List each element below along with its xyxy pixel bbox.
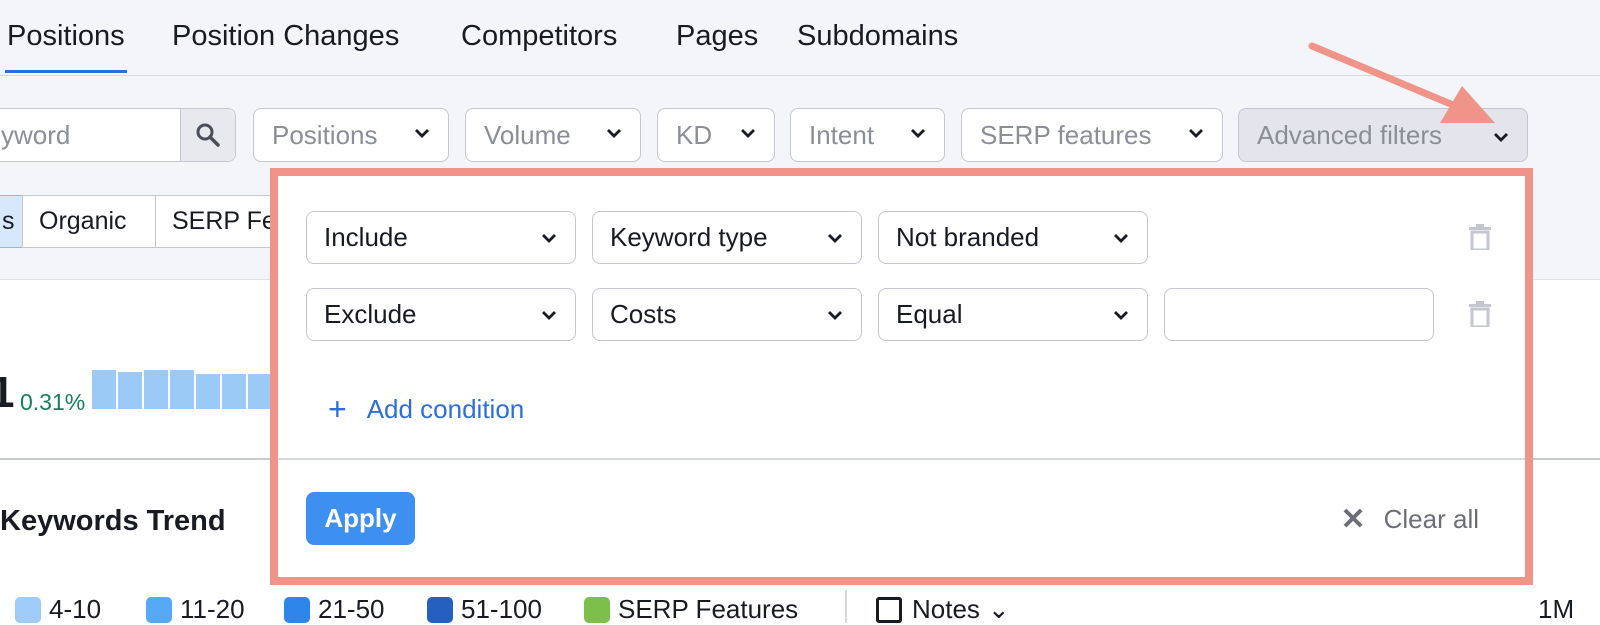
sparkline-bar [144,370,168,409]
chevron-down-icon [911,129,925,138]
condition-2-mode-select[interactable]: Exclude [306,288,576,341]
chevron-down-icon [542,311,556,320]
keyword-search-input[interactable]: yword [0,108,236,162]
condition-1-operator-select[interactable]: Not branded [878,211,1148,264]
sparkline-bar [248,373,272,409]
segment-organic[interactable]: Organic [22,195,156,248]
select-value: Equal [896,299,963,329]
sparkline-bar [118,371,142,409]
annotation-arrow-icon [1308,42,1495,123]
filter-label: KD [676,119,713,150]
sparkline-bar [170,370,194,409]
chevron-down-icon [828,311,842,320]
chevron-down-icon [542,234,556,243]
tab-subdomains[interactable]: Subdomains [797,20,958,53]
legend-item[interactable]: 21-50 [284,594,385,625]
condition-2-value-input[interactable] [1164,288,1434,341]
segment-all[interactable]: s [0,195,23,248]
period-label: 1M [1538,594,1575,624]
filter-label: SERP features [980,119,1152,150]
tab-pages[interactable]: Pages [676,20,758,53]
segment-label: s [2,207,15,235]
notes-toggle[interactable]: Notes ⌄ [876,594,1010,625]
select-value: Keyword type [610,222,768,252]
condition-1-mode-select[interactable]: Include [306,211,576,264]
serp-features-filter[interactable]: SERP features [961,108,1223,162]
select-value: Costs [610,299,677,329]
chevron-down-icon [415,129,429,138]
sparkline-bar [92,370,116,409]
sparkline-bar [222,373,246,409]
clear-all-button[interactable]: ✕ Clear all [1340,502,1479,537]
legend-label: 4-10 [49,594,102,624]
tab-competitors[interactable]: Competitors [461,20,617,53]
chevron-down-icon [1189,129,1203,138]
search-icon [196,123,220,147]
legend-item[interactable]: 51-100 [427,594,542,625]
legend-label: SERP Features [618,594,799,624]
volume-filter[interactable]: Volume [465,108,641,162]
tab-position-changes[interactable]: Position Changes [172,20,399,53]
metric-change: 0.31% [20,389,86,415]
checkbox-checked-icon [15,596,41,623]
condition-1-field-select[interactable]: Keyword type [592,211,862,264]
positions-filter[interactable]: Positions [253,108,449,162]
checkbox-checked-icon [146,596,172,623]
legend-label: 21-50 [318,594,385,624]
chevron-down-icon: ⌄ [987,594,1010,624]
notes-label: Notes [912,594,980,624]
add-condition-label: Add condition [366,394,525,424]
chevron-down-icon [741,129,755,138]
chevron-down-icon [828,234,842,243]
clear-all-label: Clear all [1383,504,1479,534]
legend-item[interactable]: SERP Features [584,594,798,625]
keywords-trend-title: Keywords Trend [0,505,226,537]
select-value: Include [324,222,408,252]
chevron-down-icon [607,129,621,138]
checkbox-checked-icon [284,596,310,623]
legend-separator [845,590,847,623]
legend-label: 11-20 [180,594,245,624]
select-value: Not branded [896,222,1040,252]
add-condition-button[interactable]: + Add condition [328,391,524,428]
checkbox-checked-icon [427,596,453,623]
search-button[interactable] [180,109,235,161]
condition-2-operator-select[interactable]: Equal [878,288,1148,341]
plus-icon: + [328,391,347,427]
legend-item[interactable]: 4-10 [15,594,101,625]
filter-label: Intent [809,119,875,150]
checkbox-checked-icon [584,596,610,623]
segment-label: Organic [39,207,127,235]
popup-divider [278,458,1525,460]
trash-icon[interactable] [1469,224,1491,250]
filter-label: Positions [272,119,378,150]
intent-filter[interactable]: Intent [790,108,945,162]
metric-value: 1 [0,368,15,417]
filter-label: Volume [484,119,571,150]
period-1m[interactable]: 1M [1538,594,1574,625]
legend-item[interactable]: 11-20 [146,594,245,625]
kd-filter[interactable]: KD [657,108,775,162]
condition-2-field-select[interactable]: Costs [592,288,862,341]
chevron-down-icon [1494,133,1508,142]
apply-button[interactable]: Apply [306,492,415,545]
legend-label: 51-100 [461,594,542,624]
close-icon: ✕ [1340,503,1366,536]
segment-label: SERP Fe [172,207,276,235]
trash-icon[interactable] [1469,301,1491,327]
chevron-down-icon [1114,234,1128,243]
search-input-value: yword [1,119,71,150]
checkbox-icon [876,596,902,623]
sparkline-bar [196,373,220,409]
tab-positions[interactable]: Positions [5,20,127,73]
advanced-filters-popup: Include Keyword type Not branded Exclude… [270,168,1533,585]
select-value: Exclude [324,299,417,329]
chevron-down-icon [1114,311,1128,320]
